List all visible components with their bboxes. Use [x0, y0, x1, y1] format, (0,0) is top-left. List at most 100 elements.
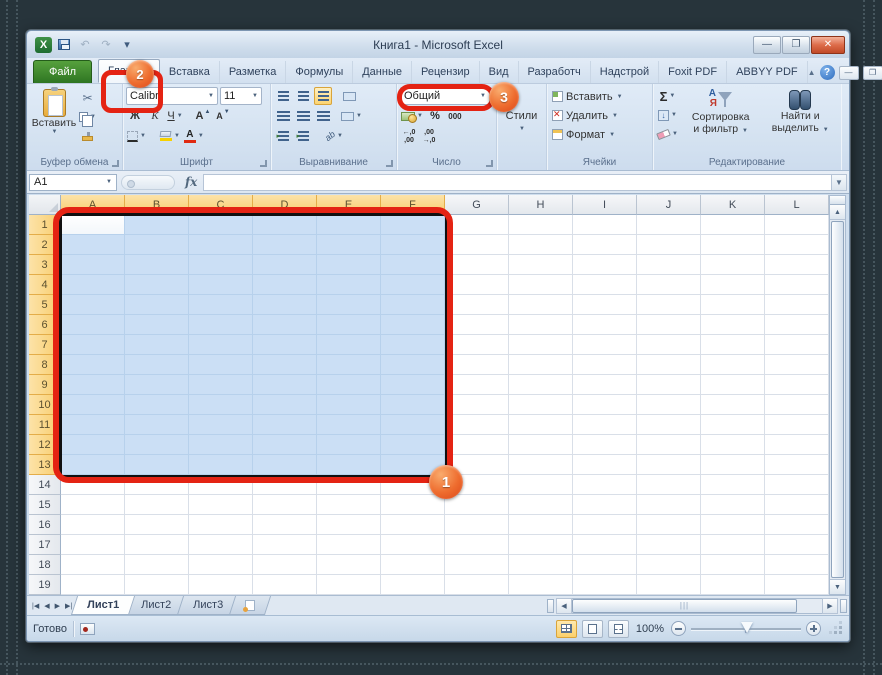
- cell-I4[interactable]: [573, 275, 637, 295]
- format-cells-button[interactable]: Формат▼: [550, 125, 649, 144]
- cell-F11[interactable]: [381, 415, 445, 435]
- row-header-15[interactable]: 15: [29, 495, 61, 515]
- help-icon[interactable]: ?: [820, 65, 835, 80]
- cell-G5[interactable]: [445, 295, 509, 315]
- cell-H11[interactable]: [509, 415, 573, 435]
- cell-H2[interactable]: [509, 235, 573, 255]
- cell-J10[interactable]: [637, 395, 701, 415]
- cell-L14[interactable]: [765, 475, 829, 495]
- align-top-button[interactable]: [274, 87, 292, 105]
- cell-H13[interactable]: [509, 455, 573, 475]
- cell-I16[interactable]: [573, 515, 637, 535]
- cell-K6[interactable]: [701, 315, 765, 335]
- cell-B15[interactable]: [125, 495, 189, 515]
- cell-B11[interactable]: [125, 415, 189, 435]
- cell-D19[interactable]: [253, 575, 317, 595]
- cell-G10[interactable]: [445, 395, 509, 415]
- insert-cells-button[interactable]: Вставить▼: [550, 87, 649, 106]
- cell-E4[interactable]: [317, 275, 381, 295]
- cell-K7[interactable]: [701, 335, 765, 355]
- cell-F9[interactable]: [381, 375, 445, 395]
- zoom-slider-handle[interactable]: [741, 622, 753, 633]
- cell-E19[interactable]: [317, 575, 381, 595]
- scroll-right-icon[interactable]: ▶: [822, 598, 838, 614]
- cell-B9[interactable]: [125, 375, 189, 395]
- cell-I14[interactable]: [573, 475, 637, 495]
- cell-H5[interactable]: [509, 295, 573, 315]
- cell-C9[interactable]: [189, 375, 253, 395]
- cell-E13[interactable]: [317, 455, 381, 475]
- cell-L18[interactable]: [765, 555, 829, 575]
- cell-I10[interactable]: [573, 395, 637, 415]
- cell-K14[interactable]: [701, 475, 765, 495]
- cell-L13[interactable]: [765, 455, 829, 475]
- row-header-14[interactable]: 14: [29, 475, 61, 495]
- merge-center-button[interactable]: ▼: [340, 107, 363, 125]
- cell-G8[interactable]: [445, 355, 509, 375]
- cell-L19[interactable]: [765, 575, 829, 595]
- alignment-dialog-launcher-icon[interactable]: [386, 160, 393, 167]
- cell-L8[interactable]: [765, 355, 829, 375]
- formula-input[interactable]: [203, 174, 831, 191]
- cell-F17[interactable]: [381, 535, 445, 555]
- expand-formula-bar-icon[interactable]: ▼: [831, 174, 847, 191]
- wrap-text-button[interactable]: [340, 87, 358, 105]
- collapse-ribbon-icon[interactable]: ▲: [808, 68, 816, 77]
- row-header-19[interactable]: 19: [29, 575, 61, 595]
- tab-view[interactable]: Вид: [480, 61, 519, 83]
- column-header-I[interactable]: I: [573, 195, 637, 215]
- copy-button[interactable]: ▼: [78, 108, 97, 126]
- cell-F18[interactable]: [381, 555, 445, 575]
- cell-L15[interactable]: [765, 495, 829, 515]
- tab-file[interactable]: Файл: [33, 60, 92, 83]
- cell-A9[interactable]: [61, 375, 125, 395]
- cell-I5[interactable]: [573, 295, 637, 315]
- cell-G11[interactable]: [445, 415, 509, 435]
- cell-G18[interactable]: [445, 555, 509, 575]
- cell-G19[interactable]: [445, 575, 509, 595]
- cell-K16[interactable]: [701, 515, 765, 535]
- cell-F10[interactable]: [381, 395, 445, 415]
- cell-J9[interactable]: [637, 375, 701, 395]
- prev-sheet-icon[interactable]: ◀: [42, 602, 51, 610]
- decrease-decimal-button[interactable]: ,00→,0: [420, 127, 438, 145]
- cell-C15[interactable]: [189, 495, 253, 515]
- cell-K1[interactable]: [701, 215, 765, 235]
- tab-formulas[interactable]: Формулы: [286, 61, 353, 83]
- page-break-view-button[interactable]: [608, 620, 629, 638]
- select-all-corner[interactable]: [29, 195, 61, 215]
- cell-D7[interactable]: [253, 335, 317, 355]
- cell-B19[interactable]: [125, 575, 189, 595]
- font-dialog-launcher-icon[interactable]: [260, 160, 267, 167]
- tab-split-handle[interactable]: [547, 599, 554, 613]
- cell-A17[interactable]: [61, 535, 125, 555]
- italic-button[interactable]: К: [146, 107, 164, 125]
- cell-L17[interactable]: [765, 535, 829, 555]
- cell-K11[interactable]: [701, 415, 765, 435]
- cell-G4[interactable]: [445, 275, 509, 295]
- cell-L9[interactable]: [765, 375, 829, 395]
- cell-B14[interactable]: [125, 475, 189, 495]
- cell-J13[interactable]: [637, 455, 701, 475]
- row-header-11[interactable]: 11: [29, 415, 61, 435]
- cell-B6[interactable]: [125, 315, 189, 335]
- cell-C6[interactable]: [189, 315, 253, 335]
- cell-D3[interactable]: [253, 255, 317, 275]
- orientation-button[interactable]: ab▼: [324, 127, 344, 145]
- workbook-minimize-button[interactable]: —: [839, 66, 859, 80]
- tab-insert[interactable]: Вставка: [160, 61, 220, 83]
- increase-indent-button[interactable]: [294, 127, 312, 145]
- cell-J17[interactable]: [637, 535, 701, 555]
- percent-style-button[interactable]: %: [426, 107, 444, 125]
- cell-B4[interactable]: [125, 275, 189, 295]
- macro-record-icon[interactable]: [80, 623, 95, 635]
- first-sheet-icon[interactable]: |◀: [30, 602, 41, 610]
- cell-A12[interactable]: [61, 435, 125, 455]
- font-family-combo[interactable]: Calibri▼: [126, 87, 218, 105]
- cell-K18[interactable]: [701, 555, 765, 575]
- cell-G2[interactable]: [445, 235, 509, 255]
- cell-C8[interactable]: [189, 355, 253, 375]
- cell-C5[interactable]: [189, 295, 253, 315]
- cell-H17[interactable]: [509, 535, 573, 555]
- cell-B10[interactable]: [125, 395, 189, 415]
